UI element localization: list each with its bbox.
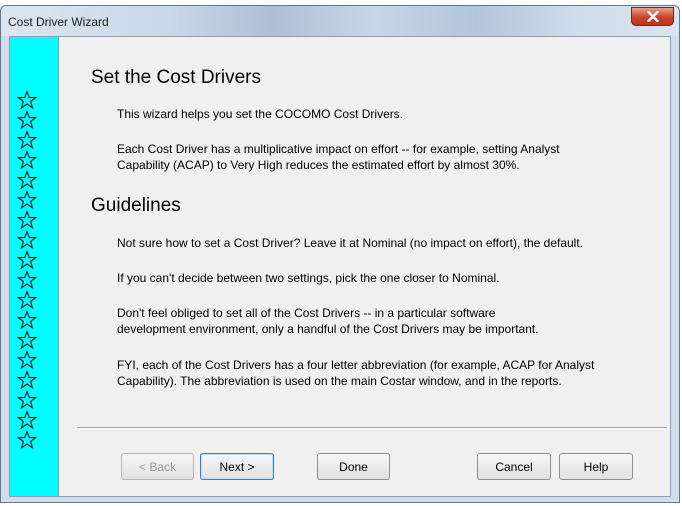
star-outline-icon <box>16 170 38 190</box>
guideline-not-obliged-line1: Don't feel obliged to set all of the Cos… <box>117 306 496 320</box>
star-outline-icon <box>16 250 38 270</box>
window-title: Cost Driver Wizard <box>8 15 109 29</box>
star-outline-icon <box>16 390 38 410</box>
star-outline-icon <box>16 150 38 170</box>
star-outline-icon <box>16 410 38 430</box>
title-bar[interactable]: Cost Driver Wizard <box>1 6 679 36</box>
back-button[interactable]: < Back <box>121 453 194 480</box>
star-outline-icon <box>16 310 38 330</box>
cancel-button[interactable]: Cancel <box>477 453 551 480</box>
help-button[interactable]: Help <box>559 453 633 480</box>
wizard-client-area: Set the Cost Drivers This wizard helps y… <box>9 36 671 497</box>
star-outline-icon <box>16 330 38 350</box>
wizard-window: Cost Driver Wizard Set the Cost Drivers … <box>0 5 680 503</box>
star-outline-icon <box>16 270 38 290</box>
impact-text-line1: Each Cost Driver has a multiplicative im… <box>117 142 560 156</box>
done-button[interactable]: Done <box>317 453 390 480</box>
page-title: Set the Cost Drivers <box>91 67 261 88</box>
guidelines-heading: Guidelines <box>91 195 181 216</box>
impact-text-line2: Capability (ACAP) to Very High reduces t… <box>117 158 520 172</box>
star-outline-icon <box>16 110 38 130</box>
button-separator <box>77 427 667 429</box>
star-outline-icon <box>16 190 38 210</box>
star-outline-icon <box>16 230 38 250</box>
star-outline-icon <box>16 370 38 390</box>
star-outline-icon <box>16 430 38 450</box>
guideline-abbreviation-line2: Capability). The abbreviation is used on… <box>117 374 562 388</box>
star-outline-icon <box>16 90 38 110</box>
intro-text: This wizard helps you set the COCOMO Cos… <box>117 107 404 121</box>
guideline-default: Not sure how to set a Cost Driver? Leave… <box>117 236 584 250</box>
star-outline-icon <box>16 290 38 310</box>
close-button[interactable] <box>631 7 674 26</box>
star-outline-icon <box>16 210 38 230</box>
star-outline-icon <box>16 350 38 370</box>
star-decoration-strip <box>10 37 59 496</box>
guideline-abbreviation-line1: FYI, each of the Cost Drivers has a four… <box>117 358 595 372</box>
guideline-closer-to-nominal: If you can't decide between two settings… <box>117 271 500 285</box>
close-icon <box>647 11 659 22</box>
guideline-not-obliged-line2: development environment, only a handful … <box>117 322 539 336</box>
star-outline-icon <box>16 130 38 150</box>
next-button[interactable]: Next > <box>200 453 274 480</box>
